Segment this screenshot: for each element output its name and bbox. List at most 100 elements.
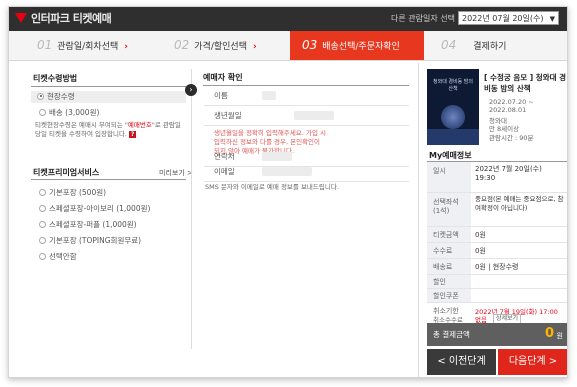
receipt-note-text: 티켓현장수령은 예매시 부여되는 "	[35, 121, 128, 129]
radio-icon[interactable]	[39, 188, 46, 196]
column-divider	[191, 69, 192, 349]
booker-email-label: 이메일	[214, 167, 235, 176]
my-discount-row: 할인	[427, 275, 567, 289]
total-label: 총 결제금액	[433, 330, 470, 339]
booker-birth-input[interactable]	[294, 111, 334, 120]
booker-birth-label: 생년월일	[214, 111, 242, 120]
booking-window: 인터파크 티켓예매 다른 관람일자 선택 2022년 07월 20일(수) ▼ …	[8, 6, 568, 378]
step-3-label: 배송선택/주문자확인	[322, 42, 400, 52]
receipt-note-highlight: 예매번호	[127, 121, 152, 129]
my-date-label: 일시	[433, 167, 446, 175]
divider	[31, 179, 186, 180]
other-date-label: 다른 관람일자 선택	[391, 14, 455, 23]
premium-option-2[interactable]: 스페셜포장-아이보리 (1,000원)	[39, 203, 150, 215]
booker-phone-value[interactable]	[262, 152, 292, 161]
total-value: 0	[544, 326, 554, 341]
booker-email-value[interactable]	[262, 167, 312, 176]
premium-option-3[interactable]: 스페셜포장-퍼플 (1,000원)	[39, 219, 137, 231]
poster-text: 청와대 경비동 밤의 산책	[433, 79, 473, 92]
receipt-note: 티켓현장수령은 예매시 부여되는 "예매번호"로 관람일 당일 티켓을 수령하여…	[35, 121, 187, 139]
booker-birth-row: 생년월일	[204, 106, 409, 126]
premium-option-1-label: 기본포장 (500원)	[49, 188, 107, 197]
my-ship-value: 0원 | 현장수령	[475, 263, 519, 271]
my-coupon-row: 할인쿠폰	[427, 289, 567, 303]
my-seat-count: (1석)	[433, 207, 450, 215]
my-fee-label: 수수료	[433, 247, 453, 255]
booker-name-label: 이름	[214, 91, 228, 100]
chevron-down-icon: ▼	[549, 15, 555, 23]
booker-name-row: 이름	[204, 86, 409, 106]
show-dates-end: 2022.08.01	[489, 106, 527, 114]
step-2-label: 가격/할인선택	[194, 42, 247, 52]
step-1[interactable]: 01 관람일/회차선택 ›	[37, 31, 128, 60]
receipt-option-onsite-label: 현장수령	[47, 92, 75, 101]
date-select-value: 2022년 07월 20일(수)	[462, 14, 544, 23]
step-4[interactable]: 04 결제하기	[441, 31, 506, 60]
premium-option-1[interactable]: 기본포장 (500원)	[39, 187, 106, 199]
my-ship-row: 배송료 0원 | 현장수령	[427, 259, 567, 275]
chevron-right-icon: ›	[124, 42, 128, 52]
next-step-button[interactable]: 다음단계 >	[498, 349, 567, 375]
prev-step-button[interactable]: < 이전단계	[427, 349, 496, 375]
booker-name-value	[262, 91, 276, 100]
receipt-option-delivery[interactable]: 배송 (3,000원)	[39, 107, 99, 119]
receipt-option-delivery-label: 배송 (3,000원)	[49, 108, 100, 117]
my-ticket-label: 티켓금액	[433, 231, 459, 239]
step-1-number: 01	[37, 38, 53, 52]
my-ticket-row: 티켓금액 0원	[427, 227, 567, 243]
total-amount-box: 총 결제금액 0 원	[427, 323, 567, 346]
radio-icon[interactable]	[39, 252, 46, 260]
my-date-value: 2022년 7월 20일(수)	[475, 165, 542, 173]
poster-moon	[441, 105, 465, 129]
premium-option-4-label: 기본포장 (TOPING회원무료)	[49, 236, 142, 245]
step-2[interactable]: 02 가격/할인선택 ›	[174, 31, 257, 60]
booker-email-row: 이메일	[204, 162, 409, 182]
chevron-right-icon: ›	[253, 42, 257, 52]
preview-link[interactable]: 미리보기 >	[159, 168, 193, 178]
column-divider	[418, 63, 419, 377]
premium-service-title: 티켓프리미엄서비스	[33, 168, 100, 177]
step-4-label: 결제하기	[473, 42, 507, 52]
step-navigation: 01 관람일/회차선택 › 02 가격/할인선택 › 03 배송선택/주문자확인 04 결제…	[9, 31, 567, 61]
step-1-label: 관람일/회차선택	[57, 42, 119, 52]
premium-option-2-label: 스페셜포장-아이보리 (1,000원)	[49, 204, 151, 213]
my-discount-label: 할인	[433, 278, 446, 286]
receipt-method-title: 티켓수령방법	[33, 74, 78, 83]
help-icon[interactable]: ?	[129, 131, 137, 138]
premium-option-5[interactable]: 선택안함	[39, 251, 77, 263]
step-3-number: 03	[302, 38, 318, 52]
my-fee-row: 수수료 0원	[427, 243, 567, 259]
show-poster: 청와대 경비동 밤의 산책	[427, 69, 479, 145]
premium-option-5-label: 선택안함	[49, 252, 77, 261]
my-ship-label: 배송료	[433, 263, 453, 271]
sms-notice: SMS 문자와 이메일로 예매 정보를 보내드립니다.	[205, 183, 339, 191]
step-3[interactable]: 03 배송선택/주문자확인	[290, 31, 424, 60]
my-time-value: 19:30	[475, 174, 496, 182]
brand-title: 인터파크 티켓예매	[31, 12, 112, 25]
show-title: [ 수정궁 음모 ] 청와대 경비동 밤의 산책	[484, 73, 567, 93]
premium-option-3-label: 스페셜포장-퍼플 (1,000원)	[49, 220, 137, 229]
premium-option-4[interactable]: 기본포장 (TOPING회원무료)	[39, 235, 141, 247]
step-4-number: 04	[441, 38, 457, 52]
radio-icon[interactable]	[39, 204, 46, 212]
my-seat-value: 중요점(본 예매는 중요점으로, 참여확정이 아닙니다)	[475, 195, 564, 212]
divider	[31, 86, 186, 87]
my-seat-row: 선택좌석 (1석) 중요점(본 예매는 중요점으로, 참여확정이 아닙니다)	[427, 193, 567, 227]
poster-stage	[427, 129, 479, 145]
my-coupon-label: 할인쿠폰	[433, 292, 459, 300]
booker-title: 예매자 확인	[203, 73, 243, 82]
date-select[interactable]: 2022년 07월 20일(수) ▼	[458, 11, 559, 25]
radio-icon[interactable]	[39, 220, 46, 228]
total-unit: 원	[556, 332, 563, 340]
radio-icon[interactable]	[39, 236, 46, 244]
arrow-right-icon: ›	[185, 84, 197, 96]
show-dates: 2022.07.20 ~	[489, 98, 534, 106]
step-2-number: 02	[174, 38, 190, 52]
my-date-row: 일시 2022년 7월 20일(수) 19:30	[427, 162, 567, 193]
my-fee-value: 0원	[475, 247, 486, 255]
header-bar: 인터파크 티켓예매 다른 관람일자 선택 2022년 07월 20일(수) ▼	[9, 7, 567, 31]
radio-checked-icon[interactable]	[37, 92, 44, 100]
my-booking-title: My예매정보	[429, 151, 472, 160]
receipt-option-onsite[interactable]: 현장수령	[31, 91, 186, 103]
radio-icon[interactable]	[39, 108, 46, 116]
